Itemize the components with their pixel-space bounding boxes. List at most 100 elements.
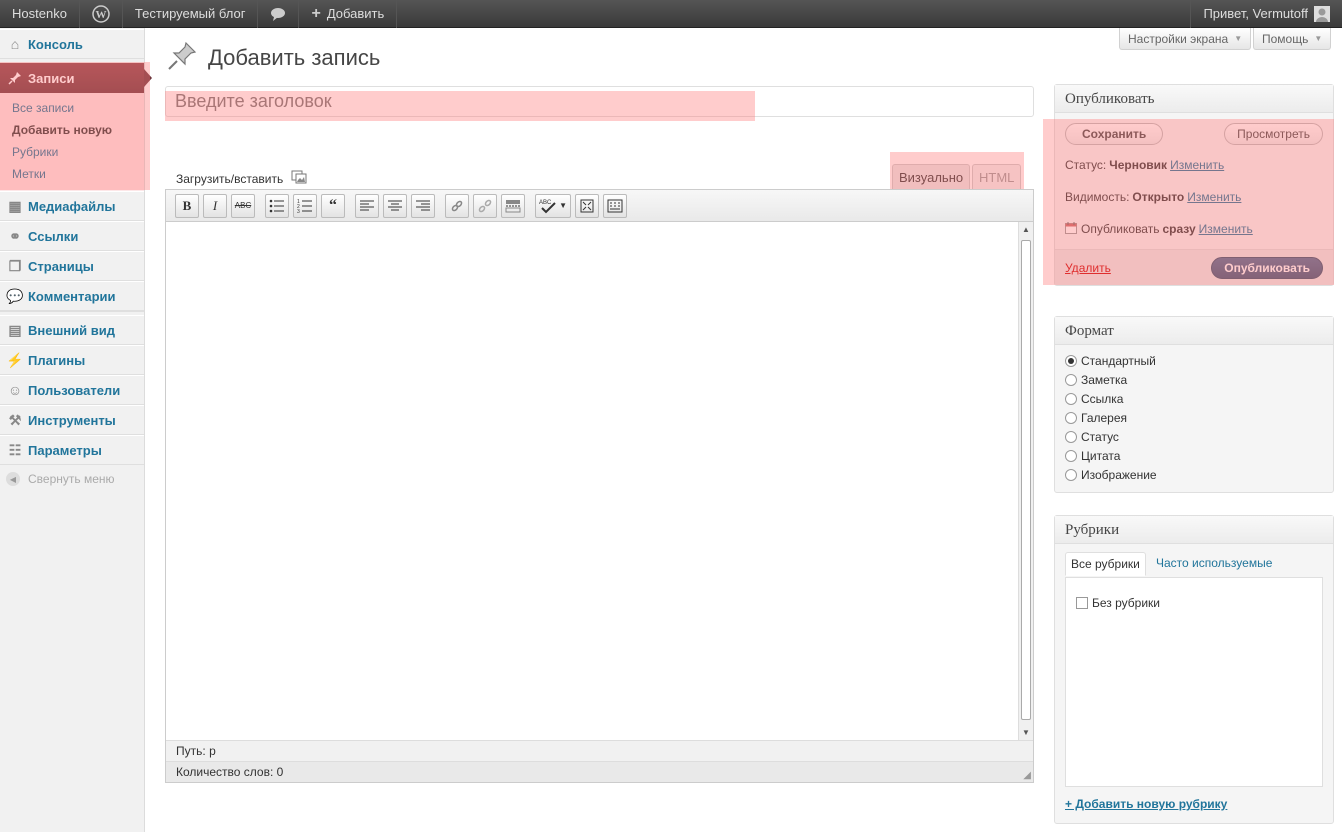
preview-button[interactable]: Просмотреть: [1224, 123, 1323, 145]
sidebar-item-label: Медиафайлы: [28, 198, 116, 214]
sidebar-item-media[interactable]: ▦ Медиафайлы: [0, 191, 144, 221]
status-row: Статус: Черновик Изменить: [1055, 149, 1333, 181]
edit-visibility-link[interactable]: Изменить: [1187, 190, 1241, 204]
editor-scrollbar[interactable]: ▲ ▼: [1018, 222, 1033, 740]
radio-aside[interactable]: [1065, 373, 1077, 386]
scrollbar-thumb[interactable]: [1021, 240, 1031, 720]
editor-content-area[interactable]: ▲ ▼: [166, 222, 1033, 740]
format-options: Стандартный Заметка Ссылка Галерея Стату…: [1055, 345, 1333, 484]
spellcheck-button[interactable]: ABC ▼: [535, 193, 571, 218]
align-left-button[interactable]: [355, 193, 379, 218]
format-option: Изображение: [1055, 465, 1333, 484]
submenu-add-new[interactable]: Добавить новую: [0, 119, 144, 141]
add-new-link[interactable]: + Добавить: [299, 0, 398, 28]
sidebar-item-comments[interactable]: 💬 Комментарии: [0, 281, 144, 311]
help-button[interactable]: Помощь ▼: [1253, 28, 1332, 50]
format-option-label: Стандартный: [1081, 353, 1156, 368]
submenu-all-posts[interactable]: Все записи: [0, 97, 144, 119]
tools-icon: ⚒: [8, 411, 22, 428]
upload-insert-bar: Загрузить/вставить: [176, 170, 307, 187]
editor-path-bar: Путь: p: [166, 740, 1033, 761]
comments-icon[interactable]: [258, 0, 300, 28]
add-new-label: Добавить: [326, 6, 385, 21]
sidebar-item-appearance[interactable]: ▤ Внешний вид: [0, 315, 144, 345]
scroll-up-icon[interactable]: ▲: [1022, 225, 1030, 234]
save-draft-button[interactable]: Сохранить: [1065, 123, 1164, 145]
tab-all-categories[interactable]: Все рубрики: [1065, 552, 1146, 576]
sidebar-item-users[interactable]: ☺ Пользователи: [0, 375, 144, 405]
sidebar-item-label: Записи: [28, 70, 75, 86]
tab-visual[interactable]: Визуально: [892, 164, 971, 190]
fullscreen-button[interactable]: [575, 193, 599, 218]
radio-status[interactable]: [1065, 430, 1077, 443]
publish-button[interactable]: Опубликовать: [1211, 256, 1323, 279]
numbered-list-button[interactable]: 123: [293, 193, 317, 218]
visibility-row: Видимость: Открыто Изменить: [1055, 181, 1333, 213]
category-item: Без рубрики: [1076, 596, 1312, 610]
wordpress-logo-icon[interactable]: W: [80, 0, 123, 28]
posts-submenu: Все записи Добавить новую Рубрики Метки: [0, 93, 144, 191]
format-option: Статус: [1055, 427, 1333, 446]
submenu-tags[interactable]: Метки: [0, 163, 144, 185]
fullscreen-icon: [580, 199, 594, 212]
resize-handle-icon[interactable]: ◢: [1023, 770, 1031, 781]
pin-icon: [6, 69, 24, 87]
appearance-icon: ▤: [8, 321, 22, 338]
submenu-categories[interactable]: Рубрики: [0, 141, 144, 163]
sidebar-item-plugins[interactable]: ⚡ Плагины: [0, 345, 144, 375]
sidebar-item-posts[interactable]: Записи: [0, 63, 152, 93]
radio-standard[interactable]: [1065, 354, 1077, 367]
more-tag-button[interactable]: [501, 193, 525, 218]
user-account-menu[interactable]: Привет, Vermutoff: [1190, 0, 1342, 28]
link-icon: [451, 200, 463, 211]
editor-toolbar: B I ABC 123 “ ABC ▼: [166, 190, 1033, 222]
site-name-link[interactable]: Hostenko: [0, 0, 80, 28]
svg-text:3: 3: [297, 209, 300, 213]
sidebar-item-dashboard[interactable]: ⌂ Консоль: [0, 29, 144, 59]
tab-popular-categories[interactable]: Часто используемые: [1156, 556, 1272, 570]
bold-button[interactable]: B: [175, 193, 199, 218]
radio-quote[interactable]: [1065, 449, 1077, 462]
edit-schedule-link[interactable]: Изменить: [1199, 222, 1253, 236]
edit-status-link[interactable]: Изменить: [1170, 158, 1224, 172]
radio-gallery[interactable]: [1065, 411, 1077, 424]
tab-html[interactable]: HTML: [972, 164, 1022, 190]
publish-box-title: Опубликовать: [1055, 85, 1333, 113]
chevron-down-icon: ▼: [1314, 34, 1323, 43]
format-option-label: Заметка: [1081, 372, 1128, 387]
category-checkbox[interactable]: [1076, 597, 1088, 609]
add-media-icon[interactable]: [291, 170, 307, 187]
users-icon: ☺: [7, 382, 23, 398]
radio-image[interactable]: [1065, 468, 1077, 481]
align-right-button[interactable]: [411, 193, 435, 218]
sidebar-item-links[interactable]: ⚭ Ссылки: [0, 221, 144, 251]
sidebar-item-settings[interactable]: ☷ Параметры: [0, 435, 144, 465]
radio-link[interactable]: [1065, 392, 1077, 405]
post-title-input[interactable]: [166, 87, 1033, 116]
kitchen-sink-button[interactable]: [603, 193, 627, 218]
delete-link[interactable]: Удалить: [1065, 261, 1111, 275]
italic-button[interactable]: I: [203, 193, 227, 218]
post-title-field: [165, 86, 1034, 117]
insert-link-button[interactable]: [445, 193, 469, 218]
add-category-link[interactable]: + Добавить новую рубрику: [1065, 797, 1227, 811]
blog-name-link[interactable]: Тестируемый блог: [123, 0, 259, 28]
plugin-icon: ⚡: [6, 351, 24, 368]
scroll-down-icon[interactable]: ▼: [1022, 728, 1030, 737]
status-label: Статус:: [1065, 158, 1107, 172]
sidebar-item-label: Параметры: [28, 442, 102, 458]
unlink-button[interactable]: [473, 193, 497, 218]
align-center-button[interactable]: [383, 193, 407, 218]
path-value[interactable]: p: [209, 744, 216, 758]
strikethrough-button[interactable]: ABC: [231, 193, 255, 218]
sidebar-item-tools[interactable]: ⚒ Инструменты: [0, 405, 144, 435]
collapse-menu-button[interactable]: ◀ Свернуть меню: [0, 465, 144, 493]
screen-options-button[interactable]: Настройки экрана ▼: [1119, 28, 1252, 50]
tab-visual-label: Визуально: [899, 170, 964, 185]
spellcheck-icon: ABC: [539, 200, 556, 213]
blockquote-button[interactable]: “: [321, 193, 345, 218]
format-option: Цитата: [1055, 446, 1333, 465]
sidebar-item-pages[interactable]: ❐ Страницы: [0, 251, 144, 281]
help-label: Помощь: [1262, 31, 1309, 46]
bullet-list-button[interactable]: [265, 193, 289, 218]
